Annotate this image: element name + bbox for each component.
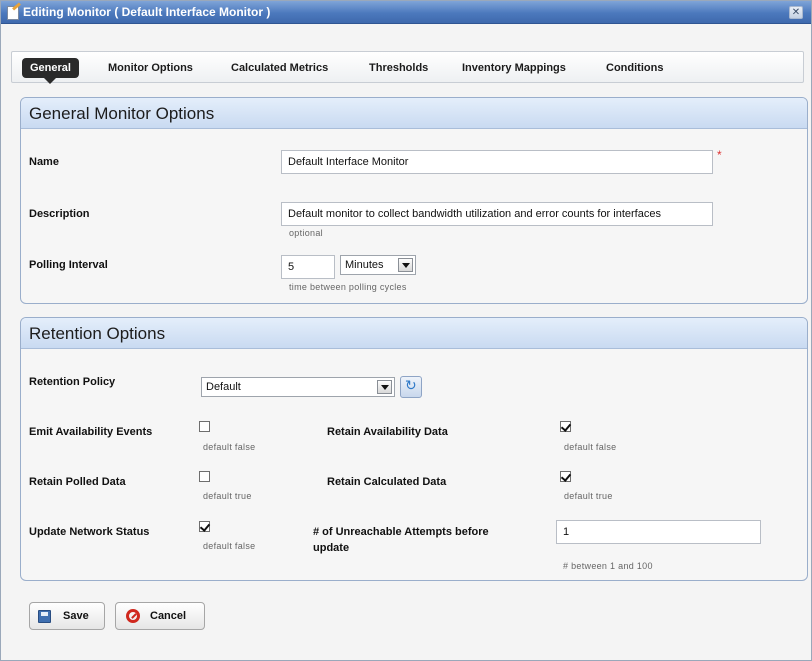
tab-monitor-options[interactable]: Monitor Options: [108, 58, 193, 78]
chevron-down-icon: [398, 258, 413, 272]
retain-availability-checkbox[interactable]: [560, 421, 571, 432]
retain-calculated-hint: default true: [564, 491, 613, 501]
polling-interval-hint: time between polling cycles: [289, 282, 407, 292]
emit-availability-checkbox[interactable]: [199, 421, 210, 432]
tab-thresholds[interactable]: Thresholds: [369, 58, 428, 78]
unreachable-attempts-label-line1: # of Unreachable Attempts before: [313, 526, 489, 538]
retention-options-panel: Retention Options Retention Policy Defau…: [20, 317, 808, 581]
polling-interval-input[interactable]: [281, 255, 335, 279]
retain-polled-label: Retain Polled Data: [29, 476, 126, 488]
unreachable-attempts-label-line2: update: [313, 542, 350, 554]
general-options-panel: General Monitor Options Name * Descripti…: [20, 97, 808, 304]
retain-polled-checkbox[interactable]: [199, 471, 210, 482]
save-button[interactable]: Save: [29, 602, 105, 630]
tab-calculated-metrics[interactable]: Calculated Metrics: [231, 58, 328, 78]
retention-policy-label: Retention Policy: [29, 376, 116, 388]
retention-options-header: Retention Options: [21, 318, 807, 349]
description-field[interactable]: [281, 202, 713, 226]
close-button[interactable]: ✕: [789, 6, 803, 19]
retention-policy-value: Default: [206, 381, 241, 393]
unreachable-attempts-input[interactable]: [556, 520, 761, 544]
retention-policy-select[interactable]: Default: [201, 377, 395, 397]
polling-interval-label: Polling Interval: [29, 259, 108, 271]
retain-polled-hint: default true: [203, 491, 252, 501]
dialog-title: Editing Monitor ( Default Interface Moni…: [23, 5, 271, 19]
update-network-status-hint: default false: [203, 541, 256, 551]
retain-availability-hint: default false: [564, 442, 617, 452]
editing-monitor-dialog: Editing Monitor ( Default Interface Moni…: [0, 0, 812, 661]
emit-availability-hint: default false: [203, 442, 256, 452]
retain-calculated-checkbox[interactable]: [560, 471, 571, 482]
polling-unit-select[interactable]: Minutes: [340, 255, 416, 275]
refresh-icon[interactable]: [400, 376, 422, 398]
description-hint: optional: [289, 228, 323, 238]
description-label: Description: [29, 208, 90, 220]
save-button-label: Save: [63, 610, 89, 622]
save-icon: [38, 610, 51, 623]
chevron-down-icon: [377, 380, 392, 394]
emit-availability-label: Emit Availability Events: [29, 426, 153, 438]
cancel-button[interactable]: Cancel: [115, 602, 205, 630]
retain-availability-label: Retain Availability Data: [327, 426, 448, 438]
tab-inventory-mappings[interactable]: Inventory Mappings: [462, 58, 566, 78]
polling-unit-value: Minutes: [345, 259, 384, 271]
tab-conditions[interactable]: Conditions: [606, 58, 663, 78]
update-network-status-checkbox[interactable]: [199, 521, 210, 532]
unreachable-attempts-hint: # between 1 and 100: [563, 561, 653, 571]
name-field[interactable]: [281, 150, 713, 174]
dialog-titlebar[interactable]: Editing Monitor ( Default Interface Moni…: [1, 1, 811, 24]
cancel-icon: [126, 609, 140, 623]
tab-bar: General Monitor Options Calculated Metri…: [11, 51, 804, 84]
retain-calculated-label: Retain Calculated Data: [327, 476, 447, 488]
name-label: Name: [29, 156, 59, 168]
cancel-button-label: Cancel: [150, 610, 187, 622]
tab-general[interactable]: General: [22, 58, 79, 84]
edit-document-icon: [7, 6, 19, 20]
general-options-header: General Monitor Options: [21, 98, 807, 129]
update-network-status-label: Update Network Status: [29, 526, 150, 538]
required-icon: *: [717, 148, 722, 162]
